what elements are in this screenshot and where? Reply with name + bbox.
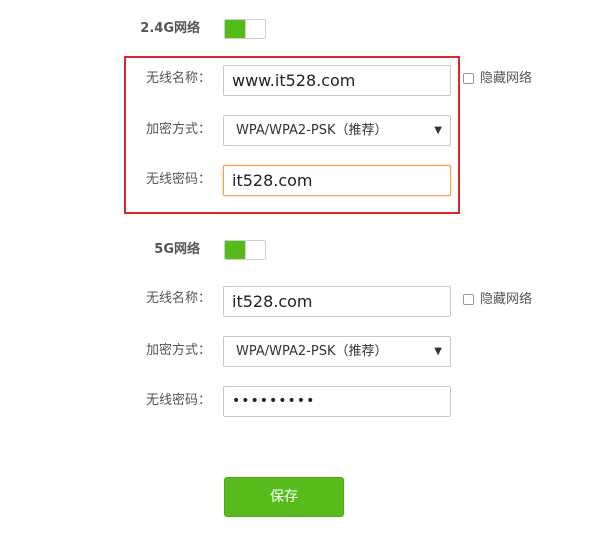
toggle-on-indicator [225, 20, 245, 38]
hide-network-label-5g: 隐藏网络 [480, 292, 533, 307]
password-input-5g[interactable]: ••••••••• [223, 386, 451, 417]
ssid-input-5g[interactable]: it528.com [223, 286, 451, 317]
encryption-label-5g: 加密方式： [145, 343, 211, 358]
save-button[interactable]: 保存 [224, 477, 344, 517]
hide-network-label-24g: 隐藏网络 [480, 71, 533, 86]
toggle-knob [245, 241, 265, 259]
encryption-select-24g[interactable]: WPA/WPA2-PSK（推荐） ▼ [223, 115, 451, 146]
password-label-24g: 无线密码： [145, 172, 211, 187]
toggle-knob [245, 20, 265, 38]
band-24g-title: 2.4G网络 [140, 21, 200, 36]
encryption-label-24g: 加密方式： [145, 122, 211, 137]
hide-network-checkbox-24g[interactable] [463, 73, 474, 84]
encryption-select-5g[interactable]: WPA/WPA2-PSK（推荐） ▼ [223, 336, 451, 367]
password-label-5g: 无线密码： [145, 393, 211, 408]
ssid-label-5g: 无线名称： [145, 291, 211, 306]
encryption-value-24g: WPA/WPA2-PSK（推荐） [236, 123, 388, 138]
band-5g-title: 5G网络 [154, 242, 200, 257]
ssid-label-24g: 无线名称： [145, 71, 211, 86]
encryption-value-5g: WPA/WPA2-PSK（推荐） [236, 344, 388, 359]
hide-network-checkbox-5g[interactable] [463, 294, 474, 305]
ssid-input-24g[interactable]: www.it528.com [223, 65, 451, 96]
password-input-24g[interactable]: it528.com [223, 165, 451, 196]
chevron-down-icon: ▼ [434, 346, 442, 357]
band-24g-toggle[interactable] [224, 19, 266, 39]
band-5g-toggle[interactable] [224, 240, 266, 260]
chevron-down-icon: ▼ [434, 125, 442, 136]
toggle-on-indicator [225, 241, 245, 259]
